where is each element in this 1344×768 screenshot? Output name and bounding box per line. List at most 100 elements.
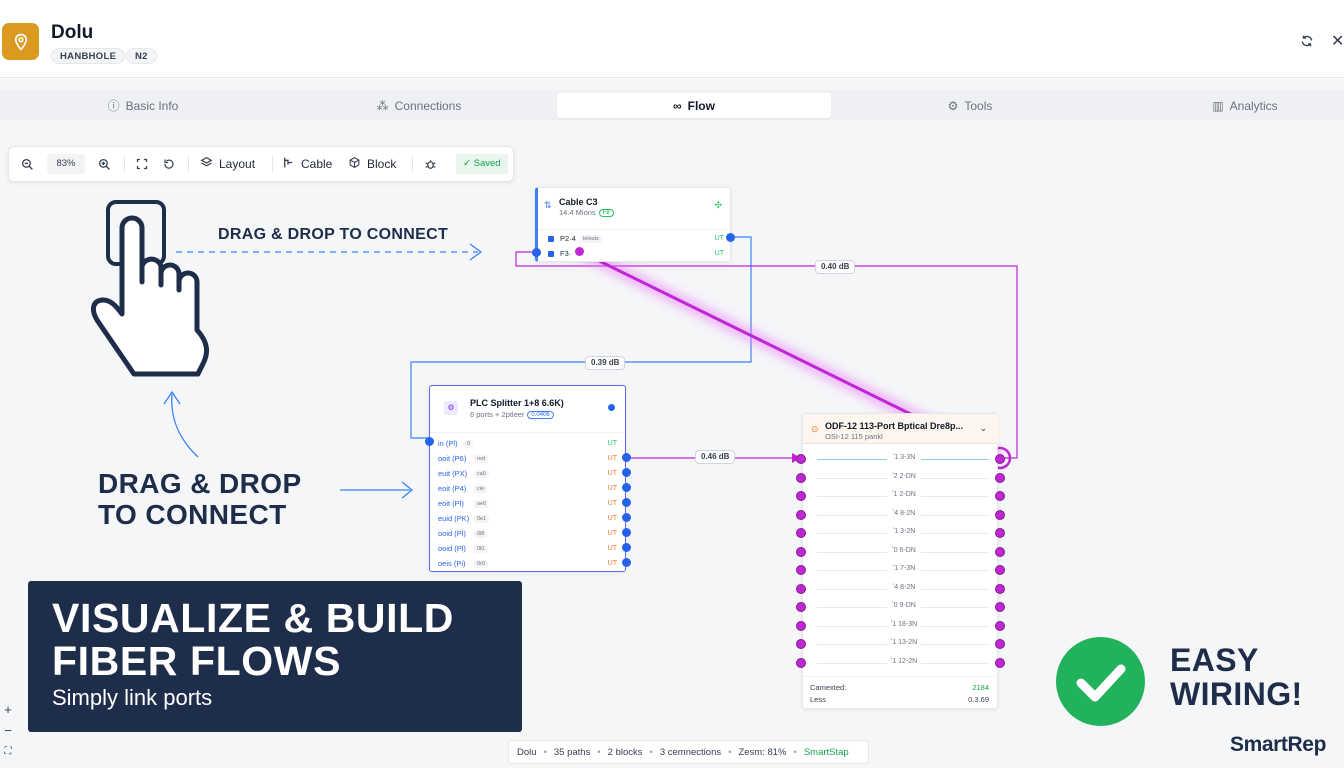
splitter-output-handle[interactable] (622, 528, 631, 537)
header: Dolu HANBHOLE N2 ✕ (0, 0, 1344, 78)
port-name: euit (PX) (438, 469, 468, 478)
drag-source-handle[interactable] (575, 247, 584, 256)
splitter-output-row[interactable]: eoit (Pl) oe0 UT (430, 496, 624, 511)
odf-port-row[interactable]: ʼ4 8-2N (803, 581, 999, 599)
splitter-badge: 0.0406 (527, 411, 554, 419)
splitter-output-row[interactable]: euit (PX) ca0 UT (430, 466, 624, 481)
splitter-output-handle[interactable] (622, 468, 631, 477)
odf-left-handle[interactable] (796, 491, 806, 501)
splitter-output-handle[interactable] (622, 558, 631, 567)
cable-output-handle[interactable] (726, 233, 735, 242)
odf-port-row[interactable]: ʼ4 8-2N (803, 507, 999, 525)
edge-label-loss: 0.39 dB (585, 356, 626, 370)
odf-port-row[interactable]: ʼ1 13-2N (803, 636, 999, 654)
odf-right-handle[interactable] (995, 657, 1005, 668)
tab-connections[interactable]: ⁂ Connections (282, 93, 556, 118)
odf-port-row[interactable]: ʼ1 12-2N (803, 655, 999, 673)
refresh-icon[interactable] (1300, 34, 1314, 52)
layout-button[interactable]: Layout (200, 147, 255, 181)
odf-right-handle[interactable] (995, 491, 1005, 501)
odf-right-handle[interactable] (995, 639, 1005, 649)
cable-port-row[interactable]: P2·4 lelouts UT (538, 231, 731, 246)
odf-port-row[interactable]: ʼ1 2-DN (803, 488, 999, 506)
odf-left-handle[interactable] (796, 528, 806, 538)
odf-left-handle[interactable] (796, 583, 806, 594)
port-direction: UT (607, 470, 617, 477)
odf-right-handle[interactable] (995, 620, 1005, 631)
debug-icon[interactable] (424, 147, 437, 181)
port-tag: red (474, 455, 488, 463)
odf-left-handle[interactable] (796, 620, 806, 631)
splitter-output-handle[interactable] (622, 483, 631, 492)
tab-analytics[interactable]: ▥ Analytics (1108, 93, 1344, 118)
tab-basic-info[interactable]: ⓘ Basic Info (6, 93, 280, 118)
splitter-output-row[interactable]: eoit (P4) cie UT (430, 481, 624, 496)
odf-left-handle[interactable] (796, 454, 806, 464)
splitter-input-row[interactable]: in (Pl) 0 UT (430, 436, 624, 451)
odf-port-row[interactable]: ʼ0 6-DN (803, 544, 999, 562)
chevron-down-icon[interactable]: ⌄ (979, 423, 987, 434)
splitter-output-handle[interactable] (622, 513, 631, 522)
zoom-out-icon[interactable] (21, 147, 34, 181)
odf-node[interactable]: ⊙ ODF-12 113-Port Bptical Dre8p... OSI-1… (802, 413, 999, 709)
odf-right-handle[interactable] (995, 528, 1005, 538)
cable-port-row[interactable]: F3· UT (538, 246, 731, 261)
odf-left-handle[interactable] (796, 657, 806, 668)
splitter-output-handle[interactable] (622, 543, 631, 552)
splitter-output-handle[interactable] (622, 453, 631, 462)
splitter-output-row[interactable]: ooit (P6) red UT (430, 451, 624, 466)
zoom-in-icon[interactable] (98, 147, 111, 181)
cable-button[interactable]: Cable (282, 147, 332, 181)
odf-left-handle[interactable] (796, 509, 806, 520)
odf-subtitle: OSI-12 115 pankl (825, 432, 883, 441)
odf-left-handle[interactable] (796, 472, 806, 483)
status-paths: 35 paths (553, 746, 591, 758)
splitter-output-row[interactable]: ooid (Pl) 0i8 UT (430, 526, 624, 541)
odf-right-handle[interactable] (995, 472, 1005, 483)
page-title: Dolu (51, 22, 94, 43)
splitter-input-handle[interactable] (425, 437, 434, 446)
tab-label: Analytics (1229, 98, 1278, 113)
zoom-out-button[interactable]: − (0, 720, 16, 742)
cable-node[interactable]: ⇅ Cable C3 14.4 Mions F8 ✣ P2·4 lelouts U… (535, 187, 731, 262)
odf-port-row[interactable]: ʼ0 9-DN (803, 599, 999, 617)
odf-port-row[interactable]: ʼ1 7-3N (803, 562, 999, 580)
port-tag: 0 (464, 440, 474, 448)
zoom-in-button[interactable]: + (0, 699, 16, 721)
odf-left-handle[interactable] (796, 565, 806, 575)
odf-port-row[interactable]: ʼ1 3-3N (803, 451, 999, 469)
splitter-output-handle[interactable] (622, 498, 631, 507)
odf-left-handle[interactable] (796, 602, 806, 612)
drag-callout-top: DRAG & DROP TO CONNECT (218, 226, 449, 243)
odf-right-handle[interactable] (995, 546, 1005, 557)
splitter-output-row[interactable]: oeis (Pi) 0r0 UT (430, 556, 624, 571)
odf-right-handle[interactable] (995, 602, 1005, 612)
splitter-output-row[interactable]: euid (PK) 0e1 UT (430, 511, 624, 526)
splitter-node[interactable]: ⚙ PLC Splitter 1+8 6.6K) 6 ports + 2ptle… (429, 385, 626, 572)
promo-banner: VISUALIZE & BUILD FIBER FLOWS Simply lin… (28, 581, 522, 732)
tab-tools[interactable]: ⚙ Tools (833, 93, 1107, 118)
reset-icon[interactable] (163, 147, 175, 181)
odf-right-handle[interactable] (995, 583, 1005, 594)
fit-view-button[interactable]: ⛶ (0, 741, 16, 763)
add-icon[interactable]: ✣ (714, 200, 722, 211)
cable-icon: ⇅ (544, 200, 552, 210)
cable-input-handle[interactable] (532, 248, 541, 257)
tab-flow[interactable]: ∞ Flow (557, 93, 831, 118)
odf-left-handle[interactable] (796, 639, 806, 649)
splitter-output-row[interactable]: ooid (Pl) 0i0 UT (430, 541, 624, 556)
odf-port-row[interactable]: ʼ1 3-2N (803, 525, 999, 543)
odf-right-handle[interactable] (995, 454, 1005, 464)
block-button[interactable]: Block (348, 147, 396, 181)
status-connections: 3 cemnections (659, 746, 722, 758)
odf-right-handle[interactable] (995, 565, 1005, 575)
port-name: euid (PK) (438, 514, 470, 523)
fit-view-icon[interactable] (136, 147, 148, 181)
odf-left-handle[interactable] (796, 546, 806, 557)
close-icon[interactable]: ✕ (1331, 34, 1344, 50)
port-tag: oe0 (474, 500, 490, 508)
odf-right-handle[interactable] (995, 509, 1005, 520)
odf-port-row[interactable]: ʼ1 18-3N (803, 618, 999, 636)
odf-port-row[interactable]: ʼ2 2-DN (803, 470, 999, 488)
odf-port-label: ʼ1 2-DN (887, 491, 921, 498)
